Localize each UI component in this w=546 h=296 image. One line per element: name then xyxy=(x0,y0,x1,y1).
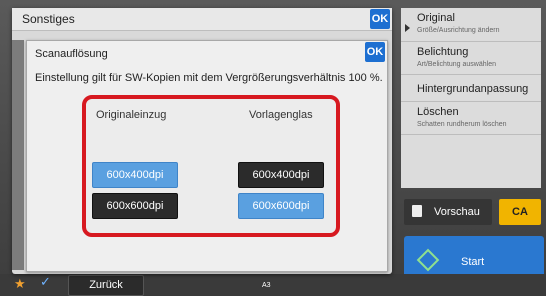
preview-icon xyxy=(412,205,422,217)
dialog-description: Einstellung gilt für SW-Kopien mit dem V… xyxy=(35,72,383,84)
preview-label: Vorschau xyxy=(434,206,480,218)
check-icon[interactable]: ✓ xyxy=(40,274,51,290)
outer-dialog-header: Sonstiges xyxy=(12,8,392,31)
right-menu: Original Größe/Ausrichtung ändern Belich… xyxy=(401,8,541,188)
outer-ok-button[interactable]: OK xyxy=(370,9,390,29)
dialog-title: Scanauflösung xyxy=(35,48,108,60)
star-icon[interactable]: ★ xyxy=(14,276,26,292)
menu-item-loeschen[interactable]: Löschen Schatten rundherum löschen xyxy=(401,102,541,135)
menu-item-label: Original xyxy=(417,12,455,24)
outer-dialog-title: Sonstiges xyxy=(22,12,75,26)
start-icon xyxy=(416,248,440,272)
menu-item-sublabel: Größe/Ausrichtung ändern xyxy=(417,27,500,34)
start-label: Start xyxy=(461,256,485,268)
menu-item-label: Hintergrundanpassung xyxy=(417,83,529,95)
col-label-feeder: Originaleinzug xyxy=(96,109,167,121)
menu-item-sublabel: Art/Belichtung auswählen xyxy=(417,61,496,68)
menu-item-label: Belichtung xyxy=(417,46,469,58)
resolution-options-panel: Originaleinzug Vorlagenglas 600x400dpi 6… xyxy=(82,95,340,237)
menu-item-original[interactable]: Original Größe/Ausrichtung ändern xyxy=(401,8,541,42)
preview-button[interactable]: Vorschau xyxy=(404,199,492,225)
glass-600x400-button[interactable]: 600x400dpi xyxy=(238,162,324,188)
glass-600x600-button[interactable]: 600x600dpi xyxy=(238,193,324,219)
feeder-600x600-button[interactable]: 600x600dpi xyxy=(92,193,178,219)
play-icon xyxy=(405,24,410,32)
left-strip xyxy=(12,40,24,270)
feeder-600x400-button[interactable]: 600x400dpi xyxy=(92,162,178,188)
ca-button[interactable]: CA xyxy=(499,199,541,225)
back-button[interactable]: Zurück xyxy=(68,275,144,296)
col-label-glass: Vorlagenglas xyxy=(249,109,313,121)
menu-item-label: Löschen xyxy=(417,106,459,118)
scan-resolution-dialog: Scanauflösung OK Einstellung gilt für SW… xyxy=(26,40,388,272)
tray-indicator: A3 xyxy=(262,282,271,289)
dialog-ok-button[interactable]: OK xyxy=(365,42,385,62)
menu-item-hintergrund[interactable]: Hintergrundanpassung xyxy=(401,75,541,102)
menu-item-belichtung[interactable]: Belichtung Art/Belichtung auswählen xyxy=(401,42,541,75)
menu-item-sublabel: Schatten rundherum löschen xyxy=(417,121,507,128)
